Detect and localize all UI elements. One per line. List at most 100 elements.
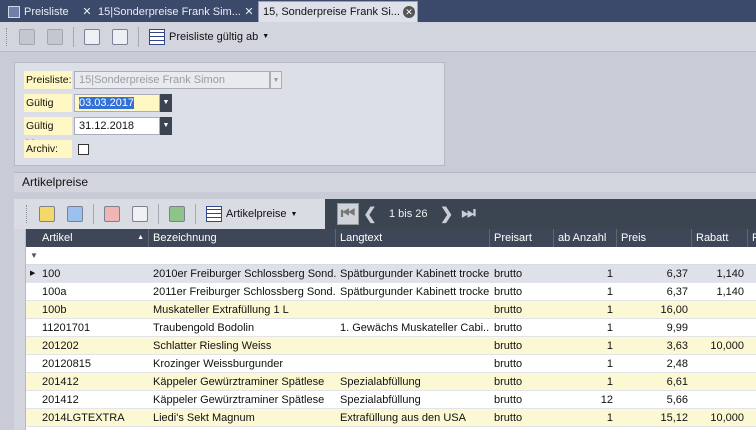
copy-button[interactable] <box>128 203 152 225</box>
archiv-checkbox[interactable] <box>78 143 89 155</box>
artikelpreise-dropdown-label: Artikelpreise <box>226 208 287 220</box>
cell-artikel: 201202 <box>42 340 79 352</box>
table-row[interactable]: 20120815 Krozinger Weissburgunder brutto 1 2… <box>26 355 756 373</box>
column-header-langtext[interactable]: Langtext <box>336 229 490 247</box>
gueltig-bis-row: Gültig bis: 31.12.2018 ▼ <box>24 117 172 150</box>
gueltig-bis-field[interactable]: 31.12.2018 <box>74 117 160 135</box>
cell-bezeichnung: Traubengold Bodolin <box>153 322 255 334</box>
column-header-r[interactable]: R <box>748 229 756 247</box>
import-button[interactable] <box>165 203 189 225</box>
pricelist-validity-label: Preisliste gültig ab <box>169 30 259 43</box>
preisliste-label: Preisliste: <box>24 71 72 89</box>
first-record-button[interactable]: ⏮ <box>337 203 359 225</box>
print-button[interactable] <box>108 26 132 48</box>
table-row[interactable]: 201412 Käppeler Gewürztraminer Spätlese Sp… <box>26 391 756 409</box>
print-preview-icon <box>84 28 100 45</box>
cell-langtext: Spätburgunder Kabinett trocken <box>340 268 490 280</box>
column-header-bezeichnung[interactable]: Bezeichnung <box>149 229 336 247</box>
cell-bezeichnung: Käppeler Gewürztraminer Spätlese <box>153 394 325 406</box>
delete-row-button[interactable] <box>100 203 124 225</box>
cell-artikel: 100a <box>42 286 67 298</box>
cell-bezeichnung: 2011er Freiburger Schlossberg Sond... <box>153 286 336 298</box>
last-record-button[interactable]: ⏭ <box>458 203 480 225</box>
cell-preisart: brutto <box>494 340 523 352</box>
tab-label: 15, Sonderpreise Frank Si... <box>263 6 400 18</box>
print-preview-button[interactable] <box>80 26 104 48</box>
column-header-ab-anzahl[interactable]: ab Anzahl <box>554 229 617 247</box>
artikelpreise-dropdown[interactable]: Artikelpreise ▼ <box>202 203 301 225</box>
cell-rabatt: 1,140 <box>716 268 744 280</box>
cell-artikel: 2014LGTEXTRA <box>42 412 125 424</box>
cell-preisart: brutto <box>494 394 523 406</box>
cell-preisart: brutto <box>494 412 523 424</box>
cell-bezeichnung: 2010er Freiburger Schlossberg Sond... <box>153 268 336 280</box>
printer-icon <box>112 28 128 45</box>
record-navigator: ⏮ ❮ 1 bis 26 ❯ ⏭ <box>325 199 756 229</box>
grid-icon <box>206 206 222 222</box>
filter-row[interactable]: ▼ <box>26 247 756 265</box>
cell-bezeichnung: Muskateller Extrafüllung 1 L <box>153 304 289 316</box>
table-row[interactable]: ▶ 100 2010er Freiburger Schlossberg Sond..… <box>26 265 756 283</box>
cell-bezeichnung: Krozinger Weissburgunder <box>153 358 284 370</box>
toolbar-separator <box>195 204 196 224</box>
artikelpreise-table: Artikel ▲ Bezeichnung Langtext Preisart a… <box>26 229 756 430</box>
cell-preis: 6,37 <box>666 286 688 298</box>
table-row[interactable]: 11201701 Traubengold Bodolin 1. Gewächs Mu… <box>26 319 756 337</box>
column-header-rabatt[interactable]: Rabatt <box>692 229 748 247</box>
toolbar-grip <box>6 27 9 46</box>
cell-ab-anzahl: 1 <box>606 286 613 298</box>
cell-artikel: 20120815 <box>42 358 91 370</box>
table-row[interactable]: 2014LGTEXTRA Liedi's Sekt Magnum Extrafüll… <box>26 409 756 427</box>
previous-record-button[interactable]: ❮ <box>359 203 381 225</box>
cell-preisart: brutto <box>494 304 523 316</box>
row-indicator-column <box>14 229 26 430</box>
cell-artikel: 201412 <box>42 394 79 406</box>
column-header-artikel[interactable]: Artikel ▲ <box>38 229 149 247</box>
save-icon <box>47 28 63 45</box>
gueltig-von-field[interactable]: 03.03.2017 <box>74 94 160 112</box>
cell-preisart: brutto <box>494 286 523 298</box>
chevron-down-icon: ▼ <box>290 210 298 218</box>
close-icon[interactable]: ✕ <box>80 5 94 18</box>
gueltig-von-value: 03.03.2017 <box>79 97 135 109</box>
date-dropdown-button[interactable]: ▼ <box>160 117 172 135</box>
cell-preisart: brutto <box>494 268 523 280</box>
record-range: 1 bis 26 <box>389 208 428 220</box>
save-close-button[interactable] <box>15 26 39 48</box>
cell-langtext <box>336 301 490 319</box>
tab-sonderpreise-list[interactable]: 15|Sonderpreise Frank Sim... ✕ <box>94 1 256 22</box>
new-icon <box>39 206 55 222</box>
pricelist-validity-dropdown[interactable]: Preisliste gültig ab ▼ <box>145 26 273 48</box>
cell-ab-anzahl: 1 <box>606 304 613 316</box>
gueltig-von-label: Gültig von: <box>24 94 72 127</box>
date-dropdown-button[interactable]: ▼ <box>160 94 172 112</box>
tab-label: Preisliste <box>24 5 69 18</box>
new-row-button[interactable] <box>35 203 59 225</box>
table-row[interactable]: 100b Muskateller Extrafüllung 1 L brutto 1 1… <box>26 301 756 319</box>
chevron-down-icon: ▼ <box>262 33 270 40</box>
column-header-preis[interactable]: Preis <box>617 229 692 247</box>
toolbar-separator <box>93 204 94 224</box>
cell-ab-anzahl: 1 <box>606 412 613 424</box>
close-icon[interactable]: ✕ <box>403 6 415 18</box>
cell-artikel: 11201701 <box>42 322 91 334</box>
table-row[interactable]: 201412 Käppeler Gewürztraminer Spätlese Sp… <box>26 373 756 391</box>
save-button[interactable] <box>43 26 67 48</box>
table-row[interactable]: 100a 2011er Freiburger Schlossberg Sond..… <box>26 283 756 301</box>
preisliste-row: Preisliste: 15|Sonderpreise Frank Simon … <box>24 71 282 89</box>
cell-langtext <box>336 355 490 373</box>
column-header-preisart[interactable]: Preisart <box>490 229 554 247</box>
cell-preis: 5,66 <box>666 394 688 406</box>
table-icon <box>8 5 20 18</box>
cell-preis: 15,12 <box>660 412 688 424</box>
tab-sonderpreise-detail[interactable]: 15, Sonderpreise Frank Si... ✕ <box>258 1 418 22</box>
close-icon[interactable]: ✕ <box>242 5 256 18</box>
next-record-button[interactable]: ❯ <box>436 203 458 225</box>
table-row[interactable]: 201202 Schlatter Riesling Weiss brutto 1 3,6… <box>26 337 756 355</box>
tab-preisliste[interactable]: Preisliste ✕ <box>4 1 94 22</box>
cell-bezeichnung: Käppeler Gewürztraminer Spätlese <box>153 376 325 388</box>
preisliste-field: 15|Sonderpreise Frank Simon <box>74 71 270 89</box>
cell-artikel: 201412 <box>42 376 79 388</box>
edit-row-button[interactable] <box>63 203 87 225</box>
cell-preis: 16,00 <box>660 304 688 316</box>
